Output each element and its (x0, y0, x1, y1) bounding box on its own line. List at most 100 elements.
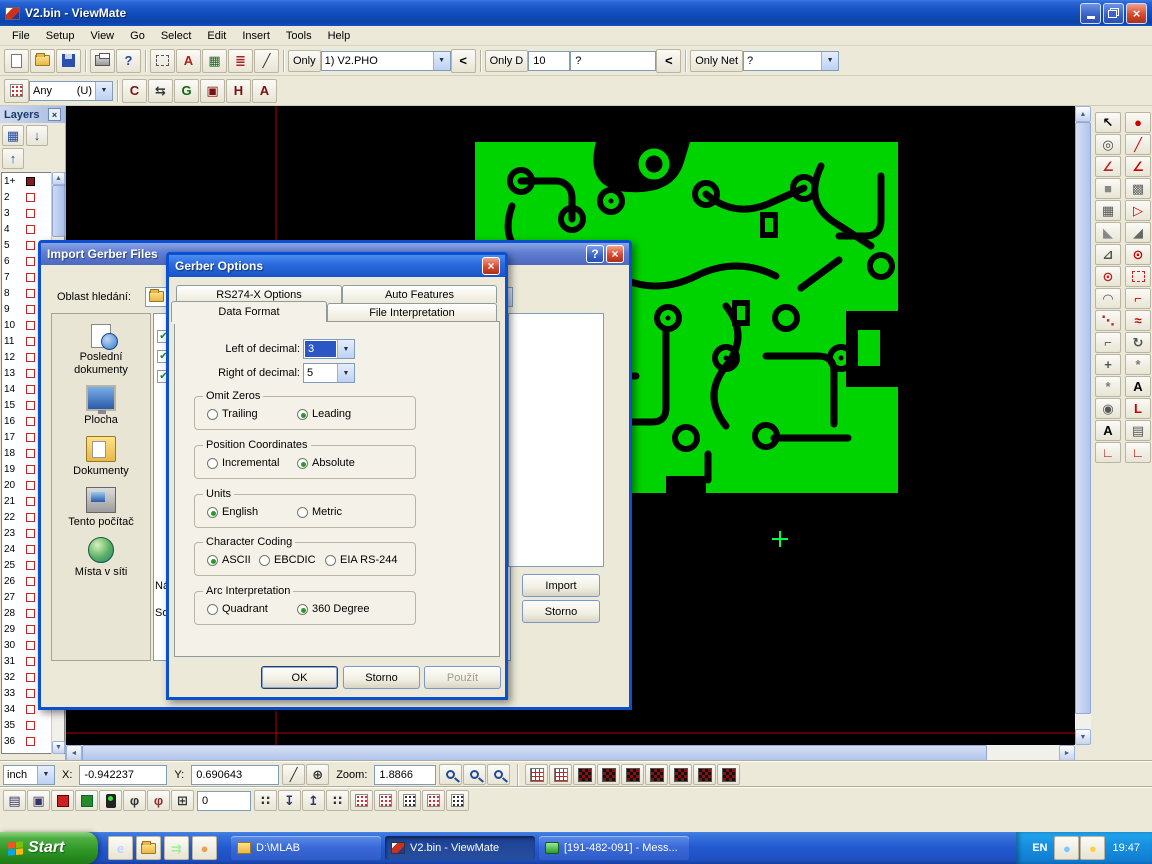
chevron-down-icon[interactable]: ▼ (337, 364, 354, 382)
ok-button[interactable]: OK (261, 666, 338, 689)
new-file-button[interactable] (4, 49, 29, 73)
browser-ball-button[interactable]: ● (192, 836, 217, 860)
table-tool-button[interactable]: ▤ (1125, 420, 1151, 441)
trace-corner-tool-button[interactable]: ∠ (1095, 156, 1121, 177)
film-pattern-6-button[interactable] (693, 764, 716, 785)
draw-line-tool-button[interactable]: ╱ (1125, 134, 1151, 155)
chevron-down-icon[interactable]: ▼ (37, 766, 54, 784)
tray-messenger-button[interactable]: ● (1054, 836, 1079, 860)
layer-color-swatch[interactable] (26, 241, 35, 250)
net-combo[interactable]: ? ▼ (743, 51, 839, 71)
taskbar-task-folder[interactable]: D:\MLAB (231, 836, 381, 860)
filled-rect-tool-button[interactable]: ▩ (1125, 178, 1151, 199)
restore-button[interactable] (1103, 3, 1124, 24)
unit-combo[interactable]: inch ▼ (3, 765, 55, 785)
l-shape-tool-button[interactable]: L (1125, 398, 1151, 419)
film-pattern-7-button[interactable] (717, 764, 740, 785)
start-button[interactable]: Start (0, 832, 98, 864)
taskbar-task-viewmate[interactable]: V2.bin - ViewMate (385, 836, 535, 860)
measure-line-button[interactable]: ╱ (254, 49, 279, 73)
layer-color-swatch[interactable] (26, 177, 35, 186)
layer-color-swatch[interactable] (26, 689, 35, 698)
layer-color-swatch[interactable] (26, 273, 35, 282)
radio-icon[interactable] (207, 458, 218, 469)
scroll-thumb[interactable] (1075, 122, 1091, 714)
clock[interactable]: 19:47 (1112, 842, 1140, 854)
title-bar[interactable]: V2.bin - ViewMate × (0, 0, 1152, 26)
radio-eia-rs244[interactable]: EIA RS-244 (325, 554, 397, 566)
layer-color-swatch[interactable] (26, 737, 35, 746)
radio-ebcdic[interactable]: EBCDIC (259, 554, 316, 566)
grid-step-field[interactable]: 0 (197, 791, 251, 811)
active-layer-combo[interactable]: 1) V2.PHO ▼ (321, 51, 451, 71)
tab-auto-features[interactable]: Auto Features (342, 285, 497, 303)
save-file-button[interactable] (56, 49, 81, 73)
radio-icon[interactable] (297, 409, 308, 420)
sel-pattern-1-button[interactable] (350, 790, 373, 811)
layer-color-swatch[interactable] (26, 673, 35, 682)
prev-layer-button[interactable]: < (451, 49, 476, 73)
zoom-field[interactable]: 1.8866 (374, 765, 436, 785)
green-swatch-button[interactable] (75, 790, 98, 811)
menu-view[interactable]: View (82, 28, 122, 44)
highlight-text-button[interactable]: A (176, 49, 201, 73)
right-of-decimal-combo[interactable]: 5 ▼ (303, 363, 355, 383)
h-codes-button[interactable]: H (226, 79, 251, 103)
swap-layers-button[interactable]: ⇆ (148, 79, 173, 103)
y-coordinate-field[interactable]: 0.690643 (191, 765, 279, 785)
radio-icon[interactable] (207, 604, 218, 615)
radio-icon[interactable] (297, 507, 308, 518)
grid-toggle-button[interactable]: ⊞ (171, 790, 194, 811)
zoom-in-button[interactable] (463, 764, 486, 785)
layer-color-swatch[interactable] (26, 497, 35, 506)
language-indicator[interactable]: EN (1032, 842, 1047, 854)
film-pattern-5-button[interactable] (669, 764, 692, 785)
layer-color-swatch[interactable] (26, 513, 35, 522)
zoom-select-button[interactable] (439, 764, 462, 785)
ie-button[interactable]: e (108, 836, 133, 860)
only-layer-toggle[interactable]: Only (288, 50, 321, 72)
place-network[interactable]: Místa v síti (52, 537, 150, 579)
snap-cross-tool-button[interactable]: + (1095, 354, 1121, 375)
anchor-up-button[interactable]: ↥ (302, 790, 325, 811)
scroll-left-icon[interactable]: ◄ (66, 745, 82, 761)
arc-tool-button[interactable]: ◠ (1095, 288, 1121, 309)
menu-tools[interactable]: Tools (278, 28, 320, 44)
layer-color-swatch[interactable] (26, 385, 35, 394)
radio-leading[interactable]: Leading (297, 408, 351, 420)
sel-pattern-3-button[interactable] (398, 790, 421, 811)
taskbar-task-message[interactable]: [191-482-091] - Mess... (539, 836, 689, 860)
corner-route-tool-button[interactable]: ∟ (1095, 442, 1121, 463)
dcode-input[interactable]: 10 (528, 51, 570, 71)
scroll-thumb[interactable] (82, 745, 987, 761)
select-area-button[interactable] (150, 49, 175, 73)
only-dcode-toggle[interactable]: Only D (485, 50, 529, 72)
dot-grid-button[interactable]: ∷ (254, 790, 277, 811)
polyline-tool-button[interactable]: ⋱ (1095, 310, 1121, 331)
apply-button[interactable]: Použít (424, 666, 501, 689)
context-help-button[interactable]: ? (116, 49, 141, 73)
scroll-up-icon[interactable]: ▲ (52, 172, 65, 185)
circle-tool-button[interactable]: ⊙ (1095, 266, 1121, 287)
layer-color-swatch[interactable] (26, 353, 35, 362)
scroll-down-icon[interactable]: ▼ (1075, 729, 1091, 745)
vertical-scrollbar[interactable]: ▲ ▼ (1075, 106, 1091, 745)
layer-color-swatch[interactable] (26, 225, 35, 234)
hatch-square-tool-button[interactable]: ▦ (1095, 200, 1121, 221)
text-tool-button[interactable]: A (1095, 420, 1121, 441)
layer-table-button[interactable]: ▦ (2, 125, 24, 146)
tray-volume-button[interactable]: ● (1080, 836, 1105, 860)
layer-color-swatch[interactable] (26, 657, 35, 666)
storno-button[interactable]: Storno (343, 666, 420, 689)
layer-color-swatch[interactable] (26, 257, 35, 266)
radio-icon[interactable] (207, 555, 218, 566)
measure-diagonal-button[interactable]: ╱ (282, 764, 305, 785)
only-net-toggle[interactable]: Only Net (690, 50, 743, 72)
rotate-tool-button[interactable]: ↻ (1125, 332, 1151, 353)
layer-color-swatch[interactable] (26, 465, 35, 474)
layer-grid-button[interactable]: ▦ (202, 49, 227, 73)
radio-icon[interactable] (207, 507, 218, 518)
c-codes-button[interactable]: C (122, 79, 147, 103)
layer-assign-list[interactable] (508, 313, 604, 567)
horizontal-scrollbar[interactable]: ◄ ► (66, 745, 1075, 761)
